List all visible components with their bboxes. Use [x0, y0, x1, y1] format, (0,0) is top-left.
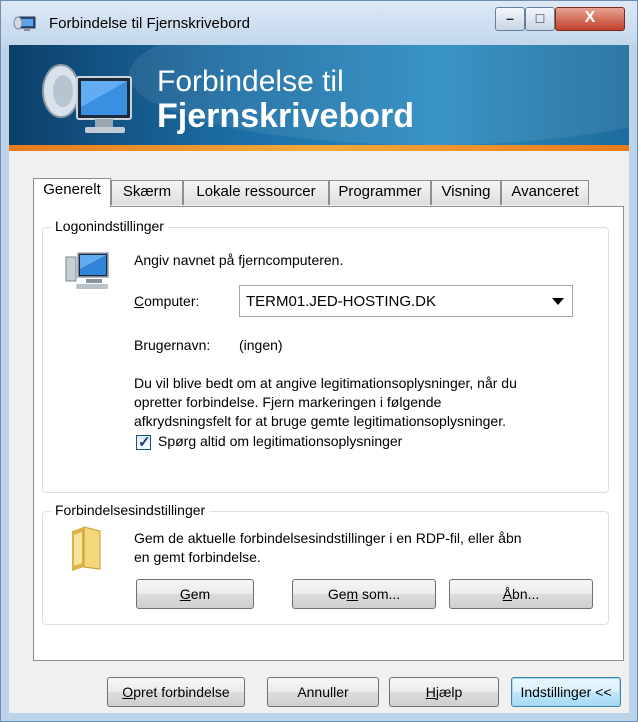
username-label: Brugernavn: [134, 337, 211, 353]
tab-generelt[interactable]: Generelt [33, 178, 111, 207]
always-ask-credentials-label[interactable]: Spørg altid om legitimationsoplysninger [158, 433, 402, 449]
connection-info-line2: en gemt forbindelse. [134, 549, 261, 565]
connection-settings-label: Forbindelsesindstillinger [51, 502, 210, 518]
banner-title-line2: Fjernskrivebord [157, 97, 414, 135]
computer-combobox[interactable]: TERM01.JED-HOSTING.DK [239, 285, 573, 317]
chevron-down-icon[interactable] [552, 298, 564, 305]
logon-settings-label: Logonindstillinger [51, 218, 168, 234]
folder-icon [72, 526, 101, 571]
open-button[interactable]: Åbn... [449, 579, 593, 609]
dialog-content: Generelt Skærm Lokale ressourcer Program… [9, 151, 629, 713]
header-banner: Forbindelse til Fjernskrivebord [9, 45, 629, 151]
credentials-info-line2: opretter forbindelse. Fjern markeringen … [134, 394, 442, 410]
minimize-button[interactable]: – [495, 7, 525, 31]
remote-desktop-banner-icon [42, 64, 132, 133]
computer-label: Computer: [134, 293, 200, 309]
cancel-button[interactable]: Annuller [267, 677, 379, 707]
remote-desktop-app-icon [13, 16, 36, 31]
computer-icon [65, 252, 109, 289]
options-button[interactable]: Indstillinger << [511, 677, 621, 707]
tab-visning[interactable]: Visning [431, 180, 501, 205]
remote-desktop-window: Forbindelse til Fjernskrivebord – □ X Fo… [0, 0, 638, 722]
maximize-button[interactable]: □ [525, 7, 555, 31]
connection-info-line1: Gem de aktuelle forbindelsesindstillinge… [134, 530, 522, 546]
credentials-info-line3: afkrydsningsfelt for at bruge gemte legi… [134, 413, 506, 429]
window-title: Forbindelse til Fjernskrivebord [49, 15, 250, 32]
tab-programmer[interactable]: Programmer [329, 180, 431, 205]
save-as-button[interactable]: Gem som... [292, 579, 436, 609]
tab-panel-generelt: Logonindstillinger Angiv navnet på fjern… [33, 206, 624, 661]
credentials-info-line1: Du vil blive bedt om at angive legitimat… [134, 375, 517, 391]
maximize-icon: □ [535, 10, 545, 26]
connect-button[interactable]: Opret forbindelse [107, 677, 245, 707]
save-button[interactable]: Gem [136, 579, 254, 609]
tab-skaerm[interactable]: Skærm [111, 180, 183, 205]
title-bar[interactable]: Forbindelse til Fjernskrivebord – □ X [1, 1, 637, 45]
tab-avanceret[interactable]: Avanceret [501, 180, 589, 205]
close-button[interactable]: X [555, 7, 625, 31]
checkmark-icon: ✓ [138, 434, 151, 451]
username-value: (ingen) [239, 337, 283, 353]
always-ask-credentials-checkbox[interactable]: ✓ [136, 434, 151, 451]
help-button[interactable]: Hjælp [389, 677, 499, 707]
tab-lokale-ressourcer[interactable]: Lokale ressourcer [183, 180, 329, 205]
close-icon: X [584, 9, 596, 26]
computer-combobox-value: TERM01.JED-HOSTING.DK [246, 293, 437, 310]
minimize-icon: – [506, 10, 514, 26]
computer-instruction: Angiv navnet på fjerncomputeren. [134, 252, 344, 268]
banner-title-line1: Forbindelse til [157, 65, 344, 98]
